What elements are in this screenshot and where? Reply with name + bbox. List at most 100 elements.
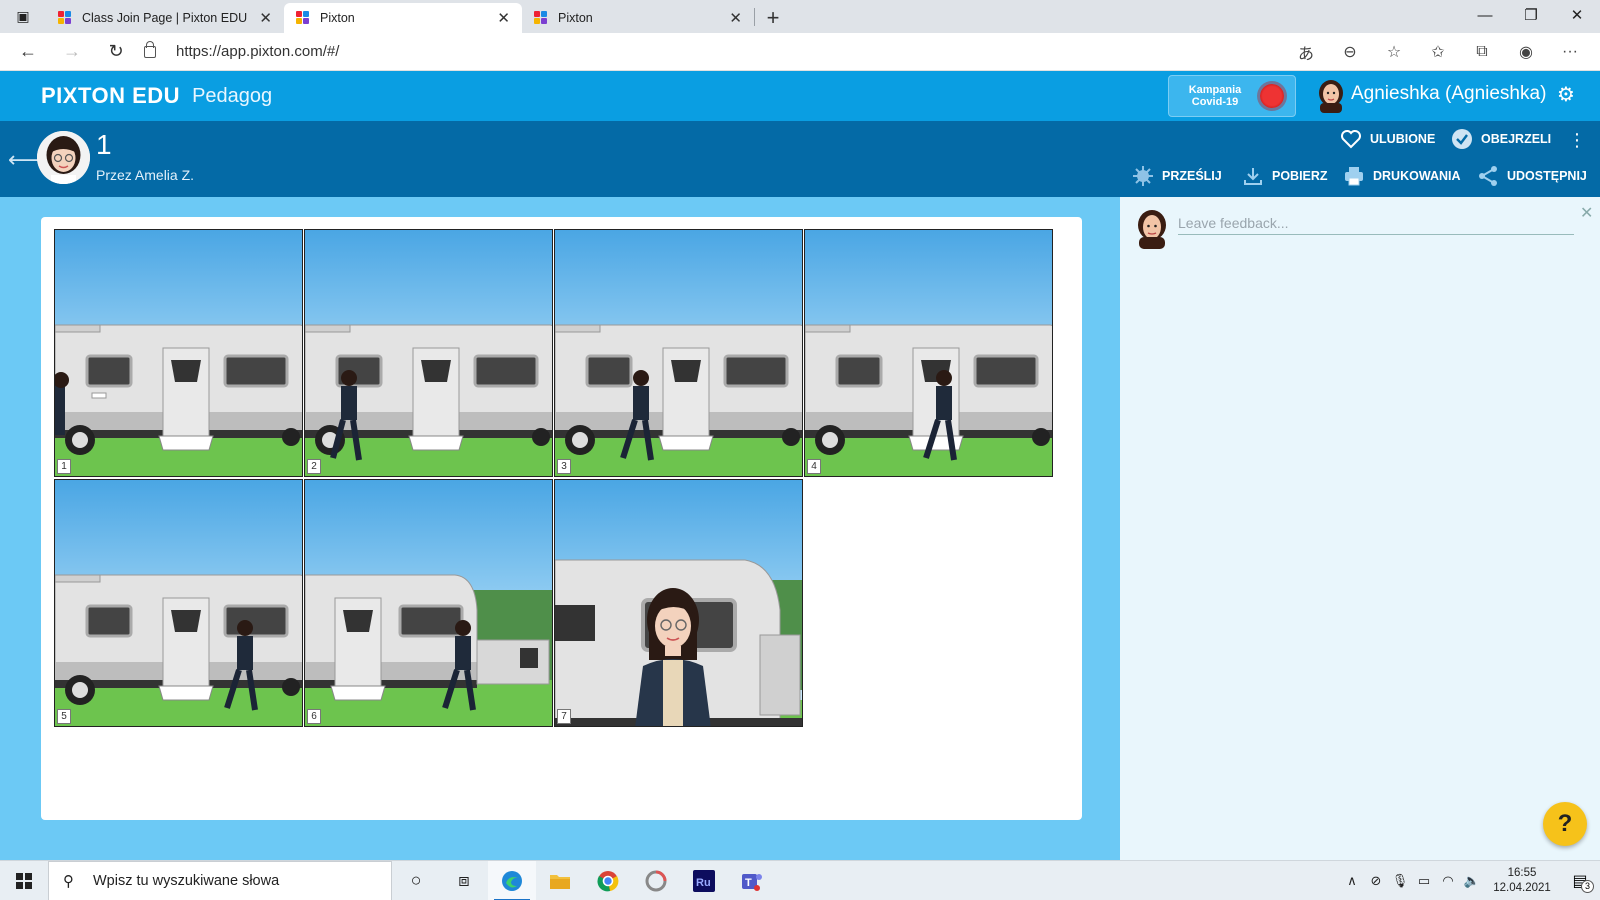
comic-panel-3[interactable]: 3: [554, 229, 803, 477]
share-icon: [1477, 165, 1499, 187]
clock-date: 12.04.2021: [1493, 882, 1551, 894]
close-tab-icon[interactable]: ✕: [729, 9, 742, 27]
browser-tab-pixton[interactable]: Pixton ✕: [522, 3, 754, 33]
tab-actions-icon[interactable]: ▣: [0, 0, 46, 33]
download-button[interactable]: POBIERZ: [1242, 165, 1328, 187]
favorites-icon[interactable]: ✩: [1416, 33, 1460, 71]
start-button[interactable]: [0, 861, 48, 900]
rush-app-icon[interactable]: Ru: [680, 861, 728, 900]
panel-number: 3: [557, 459, 571, 474]
comic-panel-5[interactable]: 5: [54, 479, 303, 727]
chrome-icon[interactable]: [584, 861, 632, 900]
collections-icon[interactable]: ⧉: [1460, 33, 1504, 71]
battery-icon[interactable]: ▭: [1412, 873, 1436, 889]
tab-label: Pixton: [558, 11, 593, 25]
comic-panel-7[interactable]: 7: [554, 479, 803, 727]
comic-panel-6[interactable]: 6: [304, 479, 553, 727]
refresh-icon[interactable]: ↻: [94, 33, 138, 71]
browser-tab-strip: ▣ Class Join Page | Pixton EDU ✕ Pixton …: [0, 0, 1600, 33]
user-avatar[interactable]: [1316, 79, 1346, 113]
help-button[interactable]: ?: [1543, 802, 1587, 846]
virus-submit-icon: [1132, 165, 1154, 187]
svg-text:Ru: Ru: [696, 877, 711, 889]
taskbar-search-box[interactable]: ⚲ Wpisz tu wyszukiwane słowa: [48, 860, 392, 900]
more-icon[interactable]: ···: [1548, 33, 1592, 71]
svg-text:T: T: [745, 877, 752, 889]
translate-icon[interactable]: あ: [1284, 33, 1328, 71]
show-hidden-icons-icon[interactable]: ∧: [1340, 873, 1364, 889]
address-bar: ← → ↻ https://app.pixton.com/#/ あ ⊖ ☆ ✩ …: [0, 33, 1600, 71]
brand-logo[interactable]: PIXTON EDU: [41, 83, 180, 109]
edge-browser-icon[interactable]: [488, 860, 536, 900]
panel-number: 5: [57, 709, 71, 724]
comic-panel-2[interactable]: 2: [304, 229, 553, 477]
close-window-icon[interactable]: ✕: [1554, 0, 1600, 30]
teams-icon[interactable]: T: [728, 861, 776, 900]
antivirus-icon[interactable]: ⊘: [1364, 873, 1388, 889]
wifi-icon[interactable]: ◠: [1436, 873, 1460, 889]
app-swirl-icon[interactable]: [632, 861, 680, 900]
author-avatar: [37, 131, 90, 184]
comic-panel-4[interactable]: 4: [804, 229, 1053, 477]
close-tab-icon[interactable]: ✕: [259, 9, 272, 27]
comic-panel-1[interactable]: 1: [54, 229, 303, 477]
comic-author: Przez Amelia Z.: [96, 167, 195, 183]
clock-time: 16:55: [1507, 867, 1537, 879]
panel-number: 2: [307, 459, 321, 474]
role-label: Pedagog: [192, 84, 273, 107]
browser-tab-class-join[interactable]: Class Join Page | Pixton EDU ✕: [46, 3, 284, 33]
window-controls: — ❐ ✕: [1462, 0, 1600, 30]
campaign-line2: Covid-19: [1191, 96, 1239, 108]
close-tab-icon[interactable]: ✕: [497, 9, 510, 27]
url-field[interactable]: https://app.pixton.com/#/: [144, 38, 1284, 66]
new-tab-button[interactable]: +: [755, 3, 791, 33]
share-button[interactable]: UDOSTĘPNIJ: [1477, 165, 1587, 187]
panel-number: 7: [557, 709, 571, 724]
minimize-icon[interactable]: —: [1462, 0, 1508, 30]
close-feedback-icon[interactable]: ✕: [1580, 203, 1593, 223]
campaign-line1: Kampania: [1188, 84, 1242, 96]
more-options-icon[interactable]: ⋮: [1568, 130, 1586, 151]
download-label: POBIERZ: [1272, 169, 1328, 183]
feedback-avatar: [1138, 210, 1166, 249]
feedback-input[interactable]: [1178, 211, 1574, 235]
favorites-label: ULUBIONE: [1370, 132, 1436, 146]
submit-label: PRZEŚLIJ: [1162, 169, 1222, 183]
check-circle-icon: [1451, 128, 1473, 150]
taskbar-search-placeholder: Wpisz tu wyszukiwane słowa: [93, 872, 280, 889]
username[interactable]: Agnieshka (Agnieshka): [1351, 83, 1546, 105]
share-label: UDOSTĘPNIJ: [1507, 169, 1587, 183]
forward-icon[interactable]: →: [50, 33, 94, 71]
viewed-label: OBEJRZELI: [1481, 132, 1552, 146]
lock-icon[interactable]: [144, 40, 156, 58]
file-explorer-icon[interactable]: [536, 861, 584, 900]
gear-icon[interactable]: ⚙: [1557, 82, 1575, 107]
favorites-button[interactable]: ULUBIONE: [1340, 128, 1435, 150]
pixton-favicon-icon: [296, 11, 310, 25]
add-favorite-icon[interactable]: ☆: [1372, 33, 1416, 71]
windows-logo-icon: [16, 872, 32, 889]
notifications-icon[interactable]: ▤ 3: [1560, 871, 1600, 893]
feedback-panel: ✕: [1120, 197, 1600, 860]
print-button[interactable]: DRUKOWANIA: [1343, 165, 1461, 187]
panel-number: 6: [307, 709, 321, 724]
zoom-icon[interactable]: ⊖: [1328, 33, 1372, 71]
app-header: PIXTON EDU Pedagog Kampania Covid-19 Agn…: [0, 71, 1600, 121]
print-label: DRUKOWANIA: [1373, 169, 1461, 183]
task-view-icon[interactable]: ⧈: [440, 861, 488, 900]
profile-icon[interactable]: ◉: [1504, 33, 1548, 71]
panel-number: 4: [807, 459, 821, 474]
back-arrow-icon[interactable]: ⟵: [8, 147, 40, 173]
submit-button[interactable]: PRZEŚLIJ: [1132, 165, 1222, 187]
virus-icon: [1260, 84, 1284, 108]
microphone-icon[interactable]: 🎙: [1388, 873, 1412, 889]
comic-canvas: 1 2 3 4 5 6 7: [41, 217, 1082, 820]
clock[interactable]: 16:55 12.04.2021: [1484, 866, 1560, 896]
covid-campaign-button[interactable]: Kampania Covid-19: [1168, 75, 1296, 117]
browser-tab-pixton-active[interactable]: Pixton ✕: [284, 3, 522, 33]
viewed-button[interactable]: OBEJRZELI: [1451, 128, 1551, 150]
volume-icon[interactable]: 🔈: [1460, 873, 1484, 889]
restore-icon[interactable]: ❐: [1508, 0, 1554, 30]
back-icon[interactable]: ←: [6, 33, 50, 71]
cortana-icon[interactable]: ○: [392, 861, 440, 900]
